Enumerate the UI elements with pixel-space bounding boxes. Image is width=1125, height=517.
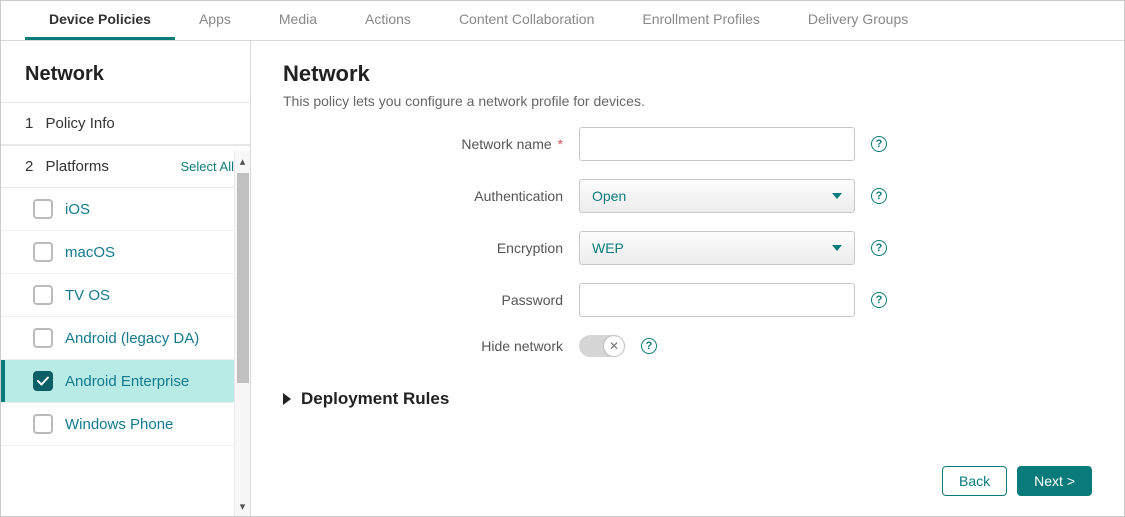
scroll-up-icon[interactable]: ▴ — [235, 151, 251, 171]
main-panel: Network This policy lets you configure a… — [251, 41, 1124, 516]
section-number: 1 — [25, 115, 33, 132]
help-icon[interactable]: ? — [641, 338, 657, 354]
scroll-down-icon[interactable]: ▾ — [235, 496, 251, 516]
sidebar-title: Network — [1, 41, 250, 102]
help-icon[interactable]: ? — [871, 292, 887, 308]
row-encryption: Encryption WEP ? — [283, 231, 1092, 265]
platform-list: iOS macOS TV OS Android (legacy DA) — [1, 188, 250, 516]
sidebar-item-label: iOS — [65, 201, 90, 218]
chevron-down-icon — [832, 193, 842, 199]
tab-media[interactable]: Media — [255, 1, 341, 40]
label-encryption: Encryption — [283, 240, 563, 256]
encryption-select[interactable]: WEP — [579, 231, 855, 265]
select-value: WEP — [592, 240, 624, 256]
authentication-select[interactable]: Open — [579, 179, 855, 213]
page-title: Network — [283, 61, 1092, 87]
tab-content-collaboration[interactable]: Content Collaboration — [435, 1, 618, 40]
help-icon[interactable]: ? — [871, 240, 887, 256]
sidebar-item-ios[interactable]: iOS — [1, 188, 250, 231]
sidebar-item-label: TV OS — [65, 287, 110, 304]
checkbox-icon[interactable] — [33, 285, 53, 305]
checkbox-icon[interactable] — [33, 371, 53, 391]
sidebar-section-platforms[interactable]: 2 Platforms Select All — [1, 145, 250, 188]
sidebar-section-label: 1 Policy Info — [25, 115, 115, 132]
row-authentication: Authentication Open ? — [283, 179, 1092, 213]
sidebar-item-label: macOS — [65, 244, 115, 261]
app-window: Device Policies Apps Media Actions Conte… — [0, 0, 1125, 517]
deployment-rules-toggle[interactable]: Deployment Rules — [283, 389, 1092, 409]
tab-apps[interactable]: Apps — [175, 1, 255, 40]
chevron-right-icon — [283, 393, 291, 405]
sidebar-item-android-legacy[interactable]: Android (legacy DA) — [1, 317, 250, 360]
tab-actions[interactable]: Actions — [341, 1, 435, 40]
sidebar-item-label: Android (legacy DA) — [65, 330, 199, 347]
label-authentication: Authentication — [283, 188, 563, 204]
label-password: Password — [283, 292, 563, 308]
checkbox-icon[interactable] — [33, 199, 53, 219]
tab-delivery-groups[interactable]: Delivery Groups — [784, 1, 932, 40]
select-value: Open — [592, 188, 626, 204]
help-icon[interactable]: ? — [871, 188, 887, 204]
tab-device-policies[interactable]: Device Policies — [25, 1, 175, 40]
label-text: Network name — [461, 136, 551, 152]
sidebar-item-label: Android Enterprise — [65, 373, 189, 390]
select-all-link[interactable]: Select All — [181, 159, 234, 174]
row-password: Password ? — [283, 283, 1092, 317]
password-input[interactable] — [579, 283, 855, 317]
help-icon[interactable]: ? — [871, 136, 887, 152]
form: Network name * ? Authentication Open ? E… — [283, 127, 1092, 357]
page-description: This policy lets you configure a network… — [283, 93, 1092, 109]
tab-enrollment-profiles[interactable]: Enrollment Profiles — [618, 1, 784, 40]
back-button[interactable]: Back — [942, 466, 1007, 496]
hide-network-toggle[interactable]: ✕ — [579, 335, 625, 357]
sidebar-item-label: Windows Phone — [65, 416, 173, 433]
section-number: 2 — [25, 158, 33, 175]
next-button[interactable]: Next > — [1017, 466, 1092, 496]
footer: Back Next > — [283, 450, 1092, 496]
sidebar: Network 1 Policy Info 2 Platforms Select… — [1, 41, 251, 516]
network-name-input[interactable] — [579, 127, 855, 161]
checkbox-icon[interactable] — [33, 242, 53, 262]
section-text: Platforms — [46, 158, 109, 175]
sidebar-section-label: 2 Platforms — [25, 158, 109, 175]
section-text: Policy Info — [46, 115, 115, 132]
label-network-name: Network name * — [283, 136, 563, 152]
scrollbar-thumb[interactable] — [237, 173, 249, 383]
chevron-down-icon — [832, 245, 842, 251]
scrollbar[interactable]: ▴ ▾ — [234, 151, 250, 516]
row-hide-network: Hide network ✕ ? — [283, 335, 1092, 357]
sidebar-item-macos[interactable]: macOS — [1, 231, 250, 274]
deployment-rules-label: Deployment Rules — [301, 389, 449, 409]
checkbox-icon[interactable] — [33, 328, 53, 348]
required-asterisk: * — [558, 136, 563, 152]
sidebar-item-tvos[interactable]: TV OS — [1, 274, 250, 317]
sidebar-item-windows-phone[interactable]: Windows Phone — [1, 403, 250, 446]
content-area: Network 1 Policy Info 2 Platforms Select… — [1, 41, 1124, 516]
toggle-knob-off-icon: ✕ — [604, 336, 624, 356]
checkbox-icon[interactable] — [33, 414, 53, 434]
top-tabs: Device Policies Apps Media Actions Conte… — [1, 1, 1124, 41]
row-network-name: Network name * ? — [283, 127, 1092, 161]
sidebar-item-android-enterprise[interactable]: Android Enterprise — [1, 360, 250, 403]
sidebar-section-policy-info[interactable]: 1 Policy Info — [1, 102, 250, 145]
label-hide-network: Hide network — [283, 338, 563, 354]
